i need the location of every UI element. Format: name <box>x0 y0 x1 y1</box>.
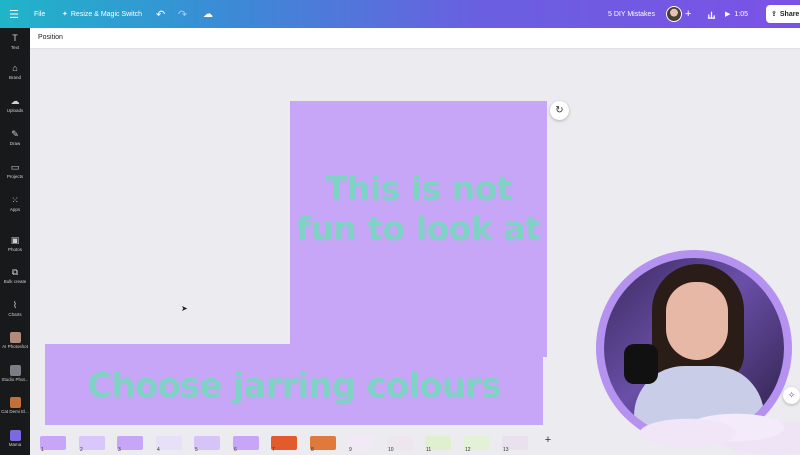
timer-label: 1:05 <box>734 10 749 18</box>
page-number: 7 <box>272 447 275 453</box>
page-number: 2 <box>80 447 83 453</box>
presenter-face <box>666 282 728 360</box>
sidebar: T Text ⌂ Brand ☁ Uploads ✎ Draw ▭ Projec… <box>0 28 30 455</box>
add-collaborator-icon[interactable]: + <box>685 0 691 28</box>
sidebar-item-mama[interactable]: Mama <box>0 430 30 447</box>
page-number: 8 <box>311 447 314 453</box>
sidebar-item-uploads[interactable]: ☁ Uploads <box>0 96 30 113</box>
sidebar-item-bulk-create[interactable]: ⧉ Bulk create <box>0 267 30 284</box>
magic-sparkle-icon[interactable]: ✧ <box>783 387 800 404</box>
sidebar-item-text[interactable]: T Text <box>0 33 30 50</box>
page-heading-text[interactable]: This is not fun to look at <box>290 169 547 249</box>
page-number: 9 <box>349 447 352 453</box>
share-label: Share <box>779 10 800 18</box>
page-number: 11 <box>426 447 432 453</box>
share-button[interactable]: ⇪ Share <box>766 5 800 23</box>
page-number: 4 <box>157 447 160 453</box>
ai-photoshot-app-icon <box>9 332 21 343</box>
banner-text[interactable]: Choose jarring colours <box>45 366 543 406</box>
mama-app-icon <box>9 430 21 441</box>
photos-icon: ▣ <box>10 235 20 245</box>
insights-icon[interactable] <box>703 0 719 28</box>
undo-icon[interactable]: ↶ <box>156 0 165 28</box>
design-title[interactable]: 5 DIY Mistakes <box>608 0 655 28</box>
page-number: 12 <box>465 447 471 453</box>
sidebar-item-photos[interactable]: ▣ Photos <box>0 235 30 252</box>
redo-icon[interactable]: ↷ <box>178 0 187 28</box>
file-menu[interactable]: File <box>34 0 45 28</box>
sidebar-item-cat-demi[interactable]: Cat Demi El... <box>0 397 30 414</box>
resize-label: Resize & Magic Switch <box>70 10 143 18</box>
design-page[interactable]: This is not fun to look at <box>290 101 547 357</box>
sparkle-icon: ✦ <box>62 11 68 18</box>
cloud-save-icon[interactable]: ☁ <box>203 0 213 28</box>
page-number: 6 <box>234 447 237 453</box>
upload-icon: ☁ <box>10 96 20 106</box>
context-toolbar: Position <box>30 28 800 49</box>
page-number: 10 <box>388 447 394 453</box>
menu-icon[interactable]: ☰ <box>6 0 22 28</box>
page-number: 13 <box>503 447 509 453</box>
sidebar-item-apps[interactable]: ⁙ Apps <box>0 195 30 212</box>
cloud-decoration <box>640 400 800 455</box>
charts-icon: ⌇ <box>12 300 18 310</box>
page-number: 1 <box>41 447 44 453</box>
sidebar-item-brand[interactable]: ⌂ Brand <box>0 63 30 80</box>
microphone-icon <box>624 344 658 384</box>
draw-icon: ✎ <box>11 129 19 139</box>
play-icon: ▶ <box>725 11 731 18</box>
share-icon: ⇪ <box>771 11 777 18</box>
resize-magic-switch-button[interactable]: ✦ Resize & Magic Switch <box>62 0 142 28</box>
add-page-icon[interactable]: + <box>540 432 556 448</box>
sidebar-item-draw[interactable]: ✎ Draw <box>0 129 30 146</box>
page-number: 3 <box>118 447 121 453</box>
mouse-cursor-icon: ➤ <box>181 304 188 313</box>
refresh-icon[interactable]: ↻ <box>550 101 569 120</box>
sidebar-item-projects[interactable]: ▭ Projects <box>0 162 30 179</box>
text-icon: T <box>12 33 18 43</box>
banner-textbox[interactable]: Choose jarring colours <box>45 344 543 434</box>
sidebar-item-ai-photoshot[interactable]: AI Photoshot <box>0 332 30 349</box>
avatar[interactable] <box>666 6 682 22</box>
folder-icon: ▭ <box>10 162 20 172</box>
studio-photo-app-icon <box>9 365 21 376</box>
sidebar-item-charts[interactable]: ⌇ Charts <box>0 300 30 317</box>
top-bar: ☰ File ✦ Resize & Magic Switch ↶ ↷ ☁ 5 D… <box>0 0 800 28</box>
bulk-create-icon: ⧉ <box>11 267 19 277</box>
cat-demi-app-icon <box>9 397 21 408</box>
present-button[interactable]: ▶ 1:05 <box>725 0 748 28</box>
apps-icon: ⁙ <box>11 195 19 205</box>
position-button[interactable]: Position <box>38 34 63 41</box>
sidebar-item-studio-photo[interactable]: Studio Phot... <box>0 365 30 382</box>
page-number: 5 <box>195 447 198 453</box>
brand-icon: ⌂ <box>12 63 18 73</box>
